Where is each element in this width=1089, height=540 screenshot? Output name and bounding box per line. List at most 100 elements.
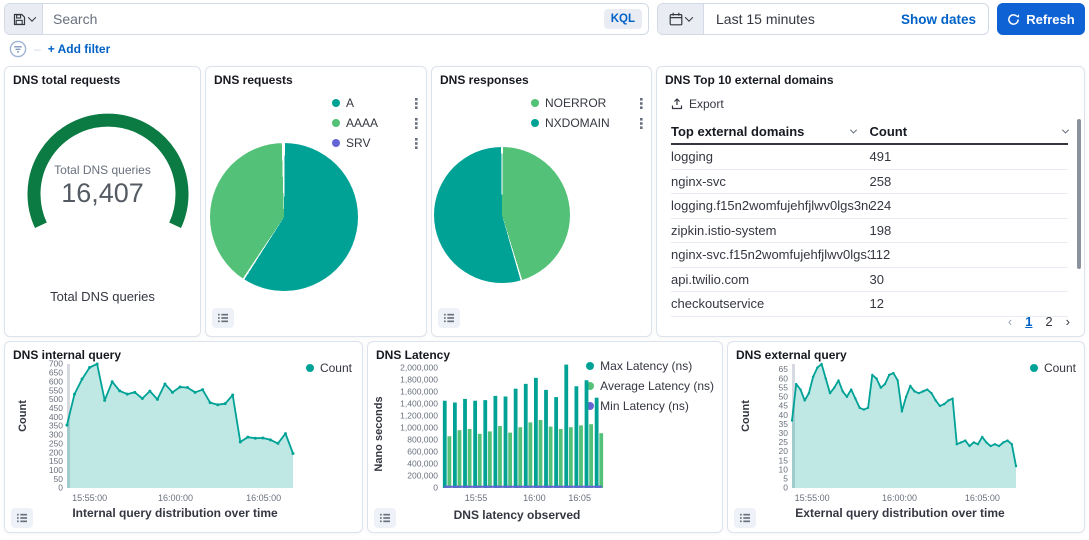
svg-text:700: 700 [49, 359, 63, 369]
svg-text:16:05:00: 16:05:00 [965, 493, 1000, 503]
y-axis-title: Nano seconds [373, 389, 385, 479]
x-axis-title: External query distribution over time [770, 506, 1030, 520]
legend-toggle-button[interactable] [374, 508, 396, 528]
svg-text:600,000: 600,000 [407, 447, 438, 457]
domain-cell: zipkin.istio-system [671, 223, 870, 238]
domains-table-body: logging491nginx-svc258logging.f15n2womfu… [671, 145, 1068, 317]
calendar-button[interactable] [658, 4, 704, 34]
saved-queries-button[interactable] [5, 4, 43, 34]
domain-cell: nginx-svc.f15n2womfujehfjlwv0lgs3no... [671, 247, 870, 262]
panel-dns-requests: DNS requests AAAAASRV [205, 66, 427, 337]
area-chart-internal: 0501001502002503003504004505005506006507… [27, 356, 343, 508]
legend-toggle-button[interactable] [438, 308, 460, 328]
legend-label: A [346, 96, 354, 110]
legend-dot [531, 119, 539, 127]
pagination-page-1[interactable]: 1 [1025, 314, 1032, 329]
search-input[interactable] [43, 11, 604, 27]
domain-cell: nginx-svc [671, 174, 870, 189]
show-dates-link[interactable]: Show dates [901, 12, 988, 27]
svg-text:10: 10 [779, 464, 789, 474]
panel-title: DNS Top 10 external domains [665, 73, 834, 87]
pie-chart-dns-requests[interactable] [210, 143, 358, 291]
panel-title: DNS requests [214, 73, 293, 87]
area-chart-external: 0510152025303540455055606515:55:0016:00:… [752, 356, 1068, 508]
legend-label: NOERROR [545, 96, 606, 110]
chevron-down-icon [685, 13, 693, 21]
svg-text:20: 20 [779, 446, 789, 456]
chevron-down-icon [27, 13, 35, 21]
legend-item-nxdomain[interactable]: NXDOMAIN [531, 113, 643, 133]
pagination-next[interactable]: › [1066, 314, 1070, 329]
chevron-down-icon[interactable] [849, 126, 856, 133]
legend-actions-icon[interactable] [632, 118, 643, 129]
date-picker: Last 15 minutes Show dates [657, 3, 989, 35]
domain-cell: logging [671, 149, 870, 164]
count-cell: 12 [870, 296, 1069, 311]
column-label: Count [870, 124, 908, 139]
refresh-icon [1007, 13, 1020, 26]
svg-text:1,200,000: 1,200,000 [400, 410, 438, 420]
legend-item-noerror[interactable]: NOERROR [531, 93, 643, 113]
legend-item-a[interactable]: A [332, 93, 418, 113]
svg-text:600: 600 [49, 376, 63, 386]
pagination: ‹ 12 › [1008, 314, 1070, 329]
column-header-domains[interactable]: Top external domains [671, 124, 870, 139]
svg-text:300: 300 [49, 430, 63, 440]
domain-cell: logging.f15n2womfujehfjlwv0lgs3nog.... [671, 198, 870, 213]
domain-cell: api.twilio.com [671, 272, 870, 287]
calendar-icon [669, 12, 683, 26]
legend-dot [332, 139, 340, 147]
refresh-button[interactable]: Refresh [997, 3, 1085, 35]
list-icon [380, 513, 390, 523]
svg-text:1,400,000: 1,400,000 [400, 398, 438, 408]
svg-text:16:00: 16:00 [523, 493, 546, 503]
column-label: Top external domains [671, 124, 804, 139]
chevron-down-icon[interactable] [1062, 126, 1069, 133]
table-row: zipkin.istio-system198 [671, 219, 1068, 244]
svg-text:1,800,000: 1,800,000 [400, 374, 438, 384]
svg-text:35: 35 [779, 419, 789, 429]
gauge-value: 16,407 [5, 178, 200, 209]
legend-item-srv[interactable]: SRV [332, 133, 418, 153]
svg-text:2,000,000: 2,000,000 [400, 362, 438, 372]
svg-text:100: 100 [49, 465, 63, 475]
legend-actions-icon[interactable] [407, 118, 418, 129]
column-header-count[interactable]: Count [870, 124, 1069, 139]
legend-actions-icon[interactable] [407, 98, 418, 109]
svg-text:15:55:00: 15:55:00 [72, 493, 107, 503]
export-label: Export [689, 97, 724, 111]
svg-text:200,000: 200,000 [407, 471, 438, 481]
svg-text:15: 15 [779, 455, 789, 465]
legend-toggle-button[interactable] [11, 508, 33, 528]
filter-divider: – [34, 42, 41, 56]
panel-dns-internal-query: DNS internal query Count Count 050100150… [4, 341, 363, 533]
table-header: Top external domains Count [671, 119, 1068, 145]
svg-text:55: 55 [779, 382, 789, 392]
legend-dot [332, 99, 340, 107]
add-filter-link[interactable]: + Add filter [48, 42, 111, 56]
pagination-prev[interactable]: ‹ [1008, 314, 1012, 329]
gauge-bottom-label: Total DNS queries [5, 289, 200, 304]
count-cell: 112 [870, 247, 1069, 262]
domains-table: Top external domains Count logging491ngi… [671, 119, 1068, 317]
save-icon [13, 13, 26, 26]
panel-title: DNS total requests [13, 73, 120, 87]
svg-text:400: 400 [49, 412, 63, 422]
scrollbar-thumb[interactable] [1077, 119, 1081, 269]
legend-actions-icon[interactable] [632, 98, 643, 109]
kql-badge[interactable]: KQL [604, 9, 642, 29]
pagination-page-2[interactable]: 2 [1045, 314, 1052, 329]
export-button[interactable]: Export [671, 97, 724, 111]
legend-item-aaaa[interactable]: AAAA [332, 113, 418, 133]
legend-toggle-button[interactable] [734, 508, 756, 528]
filter-icon[interactable] [9, 40, 27, 58]
count-cell: 198 [870, 223, 1069, 238]
panel-dns-responses: DNS responses NOERRORNXDOMAIN [431, 66, 652, 337]
time-range-label[interactable]: Last 15 minutes [704, 11, 815, 27]
search-bar: KQL [4, 3, 649, 35]
svg-text:60: 60 [779, 373, 789, 383]
pie-chart-dns-responses[interactable] [434, 147, 570, 283]
list-icon [17, 513, 27, 523]
legend-toggle-button[interactable] [212, 308, 234, 328]
legend-actions-icon[interactable] [407, 138, 418, 149]
